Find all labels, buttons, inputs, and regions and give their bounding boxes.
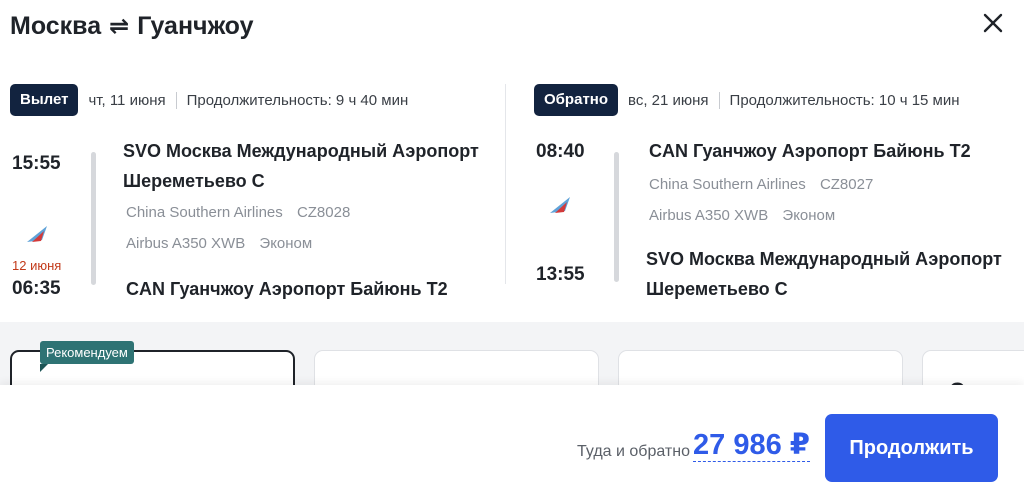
timeline-line <box>614 152 619 282</box>
timeline-line <box>91 152 96 285</box>
outbound-airline-info: China Southern Airlines CZ8028 <box>126 204 350 221</box>
destination-city: Гуанчжоу <box>137 12 254 40</box>
return-depart-airport: CAN Гуанчжоу Аэропорт Байюнь T2 <box>649 141 971 161</box>
return-section: Обратно вс, 21 июня Продолжительность: 1… <box>534 84 1014 116</box>
outbound-badge: Вылет <box>10 84 79 116</box>
cabin-class: Эконом <box>782 207 836 224</box>
china-southern-logo-icon <box>548 194 574 216</box>
china-southern-logo-icon <box>25 223 51 245</box>
return-date: вс, 21 июня <box>628 91 709 109</box>
outbound-aircraft-info: Airbus A350 XWB Эконом <box>126 235 312 252</box>
tariff-offers-strip <box>0 322 1024 392</box>
outbound-arrive-airport: CAN Гуанчжоу Аэропорт Байюнь T2 <box>126 279 448 299</box>
total-price[interactable]: 27 986 ₽ <box>693 429 810 462</box>
recommended-badge: Рекомендуем <box>40 341 134 372</box>
price-footer: Туда и обратно 27 986 ₽ Продолжить <box>0 385 1024 491</box>
return-arrive-time: 13:55 <box>536 264 585 285</box>
column-divider <box>505 84 506 284</box>
return-badge: Обратно <box>534 84 619 116</box>
return-duration: Продолжительность: 10 ч 15 мин <box>729 91 960 109</box>
arrival-next-day: 12 июня <box>12 258 62 273</box>
outbound-depart-airport: SVO Москва Международный Аэропорт Шереме… <box>123 141 479 191</box>
airline-name: China Southern Airlines <box>649 176 806 193</box>
return-airline-info: China Southern Airlines CZ8027 <box>649 176 873 193</box>
continue-button[interactable]: Продолжить <box>825 414 998 482</box>
outbound-duration: Продолжительность: 9 ч 40 мин <box>186 91 409 109</box>
return-aircraft-info: Airbus A350 XWB Эконом <box>649 207 835 224</box>
aircraft-model: Airbus A350 XWB <box>126 235 246 252</box>
origin-city: Москва <box>10 12 102 40</box>
cabin-class: Эконом <box>259 235 313 252</box>
outbound-depart-time: 15:55 <box>12 153 61 174</box>
outbound-arrive-time: 06:35 <box>12 278 61 299</box>
divider <box>175 91 177 109</box>
flight-number: CZ8028 <box>296 204 351 221</box>
total-label: Туда и обратно <box>577 443 690 460</box>
aircraft-model: Airbus A350 XWB <box>649 207 769 224</box>
return-depart-time: 08:40 <box>536 141 585 162</box>
divider <box>718 91 720 109</box>
modal-header: Москва ⇌ Гуанчжоу <box>0 0 1024 60</box>
swap-arrows-icon: ⇌ <box>109 13 130 40</box>
close-icon[interactable] <box>978 8 1008 38</box>
return-arrive-airport: SVO Москва Международный Аэропорт Шереме… <box>646 249 1002 299</box>
outbound-section: Вылет чт, 11 июня Продолжительность: 9 ч… <box>10 84 505 116</box>
outbound-header: Вылет чт, 11 июня Продолжительность: 9 ч… <box>10 84 505 116</box>
outbound-date: чт, 11 июня <box>88 91 166 109</box>
route-title: Москва ⇌ Гуанчжоу <box>10 12 254 41</box>
return-header: Обратно вс, 21 июня Продолжительность: 1… <box>534 84 1014 116</box>
flight-number: CZ8027 <box>819 176 874 193</box>
airline-name: China Southern Airlines <box>126 204 283 221</box>
